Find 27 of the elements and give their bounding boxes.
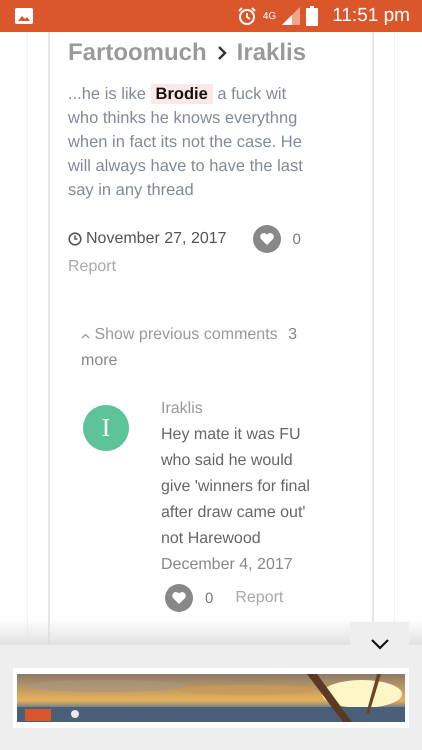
like-count: 0 (292, 230, 301, 248)
clock-time: 11:51 pm (332, 5, 410, 27)
like-button[interactable] (165, 584, 193, 612)
reply-date: December 4, 2017 (161, 555, 293, 575)
clock-icon (68, 232, 82, 246)
like-button[interactable] (252, 225, 281, 253)
report-link[interactable]: Report (235, 589, 284, 607)
image-icon (15, 8, 33, 24)
recipient-name[interactable]: Iraklis (236, 39, 306, 67)
chevron-right-icon (216, 45, 227, 61)
avatar: I (83, 405, 129, 451)
comment-date: November 27, 2017 (86, 230, 227, 248)
battery-icon (306, 6, 318, 26)
network-label: 4G (262, 11, 276, 22)
comment-text: ...he is like Brodie a fuck wit who thinks he knows everythng when in fact its not the case. He will always have to have the last say in any thread (68, 83, 304, 201)
signal-icon (282, 7, 300, 25)
report-link[interactable]: Report (68, 258, 116, 276)
show-previous-link[interactable]: Show previous comments 3 more (81, 322, 321, 374)
caret-up-icon (81, 333, 90, 339)
alarm-icon (236, 6, 257, 26)
like-count: 0 (205, 590, 214, 606)
heart-icon (171, 591, 187, 605)
chevron-down-icon (370, 638, 390, 650)
reply-text: Hey mate it was FU who said he would give 'winners for final after draw came out' not Harewood (161, 425, 311, 549)
heart-icon (258, 232, 275, 246)
author-name[interactable]: Fartoomuch (68, 39, 207, 67)
reply-author[interactable]: Iraklis (161, 396, 203, 422)
